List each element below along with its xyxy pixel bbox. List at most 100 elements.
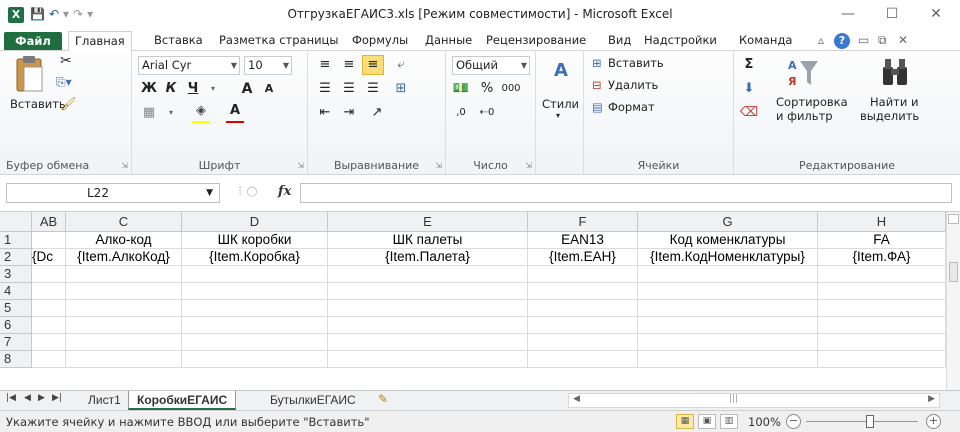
find-select-button[interactable]: Найти и [870, 95, 918, 109]
row-header[interactable]: 5 [0, 300, 32, 317]
cut-icon[interactable]: ✂ [60, 53, 72, 69]
column-header-f[interactable]: F [528, 212, 638, 232]
thousands-button[interactable]: 000 [500, 79, 522, 99]
grid-cell[interactable] [66, 300, 182, 317]
font-launcher-icon[interactable]: ⇲ [297, 161, 304, 170]
bold-button[interactable]: Ж [138, 79, 160, 99]
align-bottom-icon[interactable]: ≡ [362, 55, 384, 75]
borders-dropdown-icon[interactable]: ▾ [160, 103, 182, 123]
zoom-out-icon[interactable]: − [786, 414, 801, 429]
grid-cell[interactable] [182, 283, 328, 300]
scroll-thumb-grip[interactable]: ||| [729, 394, 738, 404]
vertical-scrollbar[interactable] [946, 212, 960, 390]
grid-cell[interactable] [328, 283, 528, 300]
column-header-ab[interactable]: AB [32, 212, 66, 232]
chevron-down-icon[interactable]: ▾ [556, 111, 560, 120]
clipboard-launcher-icon[interactable]: ⇲ [121, 161, 128, 170]
zoom-slider-thumb[interactable] [866, 415, 874, 428]
grid-cell[interactable] [528, 317, 638, 334]
grid-cell[interactable] [66, 317, 182, 334]
delete-cells-icon[interactable]: ⊟ [592, 78, 602, 92]
scroll-right-icon[interactable]: ▶ [928, 394, 935, 404]
font-name-combo[interactable]: Arial Cyr ▼ [138, 56, 240, 75]
column-header-d[interactable]: D [182, 212, 328, 232]
grid-cell[interactable] [818, 334, 946, 351]
grid-cell[interactable] [32, 334, 66, 351]
font-color-icon[interactable]: A [224, 101, 246, 121]
grid-cell[interactable] [638, 300, 818, 317]
restore-window-icon[interactable]: ▭ [858, 33, 869, 47]
borders-icon[interactable]: ▦ [138, 103, 160, 123]
grid-cell[interactable] [66, 334, 182, 351]
paste-icon[interactable] [14, 55, 46, 95]
format-painter-icon[interactable]: 🖌 [60, 97, 77, 112]
grid-cell[interactable] [638, 351, 818, 368]
insert-cells-icon[interactable]: ⊞ [592, 56, 602, 70]
insert-function-button[interactable]: fx [278, 184, 291, 199]
row-header[interactable]: 4 [0, 283, 32, 300]
sort-filter-icon[interactable]: A Я [786, 55, 820, 91]
close-workbook-icon[interactable]: ✕ [898, 33, 908, 47]
grid-cell[interactable] [66, 283, 182, 300]
row-header[interactable]: 1 [0, 232, 32, 249]
increase-decimal-button[interactable]: ,0 [450, 103, 472, 123]
row-header[interactable]: 3 [0, 266, 32, 283]
grid-cell[interactable] [328, 317, 528, 334]
grid-cell[interactable] [638, 334, 818, 351]
grid-cell[interactable] [182, 300, 328, 317]
grid-cell[interactable] [328, 266, 528, 283]
copy-icon[interactable]: ⎘▾ [56, 75, 72, 90]
cell-f1[interactable]: EAN13 [528, 232, 638, 249]
cell-c2[interactable]: {Item.АлкоКод} [66, 249, 182, 266]
page-layout-view-icon[interactable]: ▣ [698, 414, 716, 429]
insert-cells-button[interactable]: Вставить [608, 56, 664, 70]
fill-icon[interactable]: ⬇ [738, 79, 760, 99]
row-header[interactable]: 8 [0, 351, 32, 368]
row-header[interactable]: 2 [0, 249, 32, 266]
first-sheet-icon[interactable]: |◀ [6, 393, 16, 403]
grid-cell[interactable] [32, 317, 66, 334]
grid-cell[interactable] [638, 283, 818, 300]
merge-center-icon[interactable]: ⊞ [390, 79, 412, 99]
paste-button[interactable]: Вставить [10, 97, 66, 111]
cell-e2[interactable]: {Item.Палета} [328, 249, 528, 266]
restore-workbook-icon[interactable]: ⧉ [878, 33, 887, 48]
sheet-tab-boxes[interactable]: КоробкиЕГАИС [128, 391, 237, 410]
tab-file[interactable]: Файл [4, 32, 62, 50]
tab-formulas[interactable]: Формулы [346, 31, 414, 51]
tab-review[interactable]: Рецензирование [480, 31, 592, 51]
grid-cell[interactable] [32, 351, 66, 368]
cell-h1[interactable]: FA [818, 232, 946, 249]
zoom-slider-track[interactable] [806, 421, 918, 422]
cell-h2[interactable]: {Item.ФА} [818, 249, 946, 266]
prev-sheet-icon[interactable]: ◀ [24, 393, 31, 403]
grid-cell[interactable] [528, 300, 638, 317]
grid-cell[interactable] [818, 266, 946, 283]
grid-cell[interactable] [638, 266, 818, 283]
formula-input[interactable] [300, 183, 952, 203]
last-sheet-icon[interactable]: ▶| [52, 393, 62, 403]
column-header-h[interactable]: H [818, 212, 946, 232]
grid-cell[interactable] [66, 266, 182, 283]
grid-cell[interactable] [328, 300, 528, 317]
grid-cell[interactable] [182, 351, 328, 368]
zoom-in-icon[interactable]: + [926, 414, 941, 429]
grid-cell[interactable] [32, 283, 66, 300]
horizontal-scrollbar[interactable]: ◀ ||| ▶ [568, 393, 940, 408]
grid-cell[interactable] [328, 334, 528, 351]
number-format-combo[interactable]: Общий ▼ [452, 56, 530, 75]
tab-addins[interactable]: Надстройки [638, 31, 723, 51]
cell-g2[interactable]: {Item.КодНоменклатуры} [638, 249, 818, 266]
underline-dropdown-icon[interactable]: ▾ [202, 79, 224, 99]
align-center-icon[interactable]: ☰ [338, 79, 360, 99]
sheet-tab-bottles[interactable]: БутылкиЕГАИС [262, 391, 364, 410]
grid-cell[interactable] [528, 266, 638, 283]
column-header-c[interactable]: C [66, 212, 182, 232]
grid-cell[interactable] [182, 266, 328, 283]
number-launcher-icon[interactable]: ⇲ [525, 161, 532, 170]
clear-icon[interactable]: ⌫ [738, 103, 760, 123]
delete-cells-button[interactable]: Удалить [608, 78, 658, 92]
sheet-tab-list1[interactable]: Лист1 [80, 391, 129, 410]
row-header[interactable]: 6 [0, 317, 32, 334]
grid-cell[interactable] [528, 334, 638, 351]
